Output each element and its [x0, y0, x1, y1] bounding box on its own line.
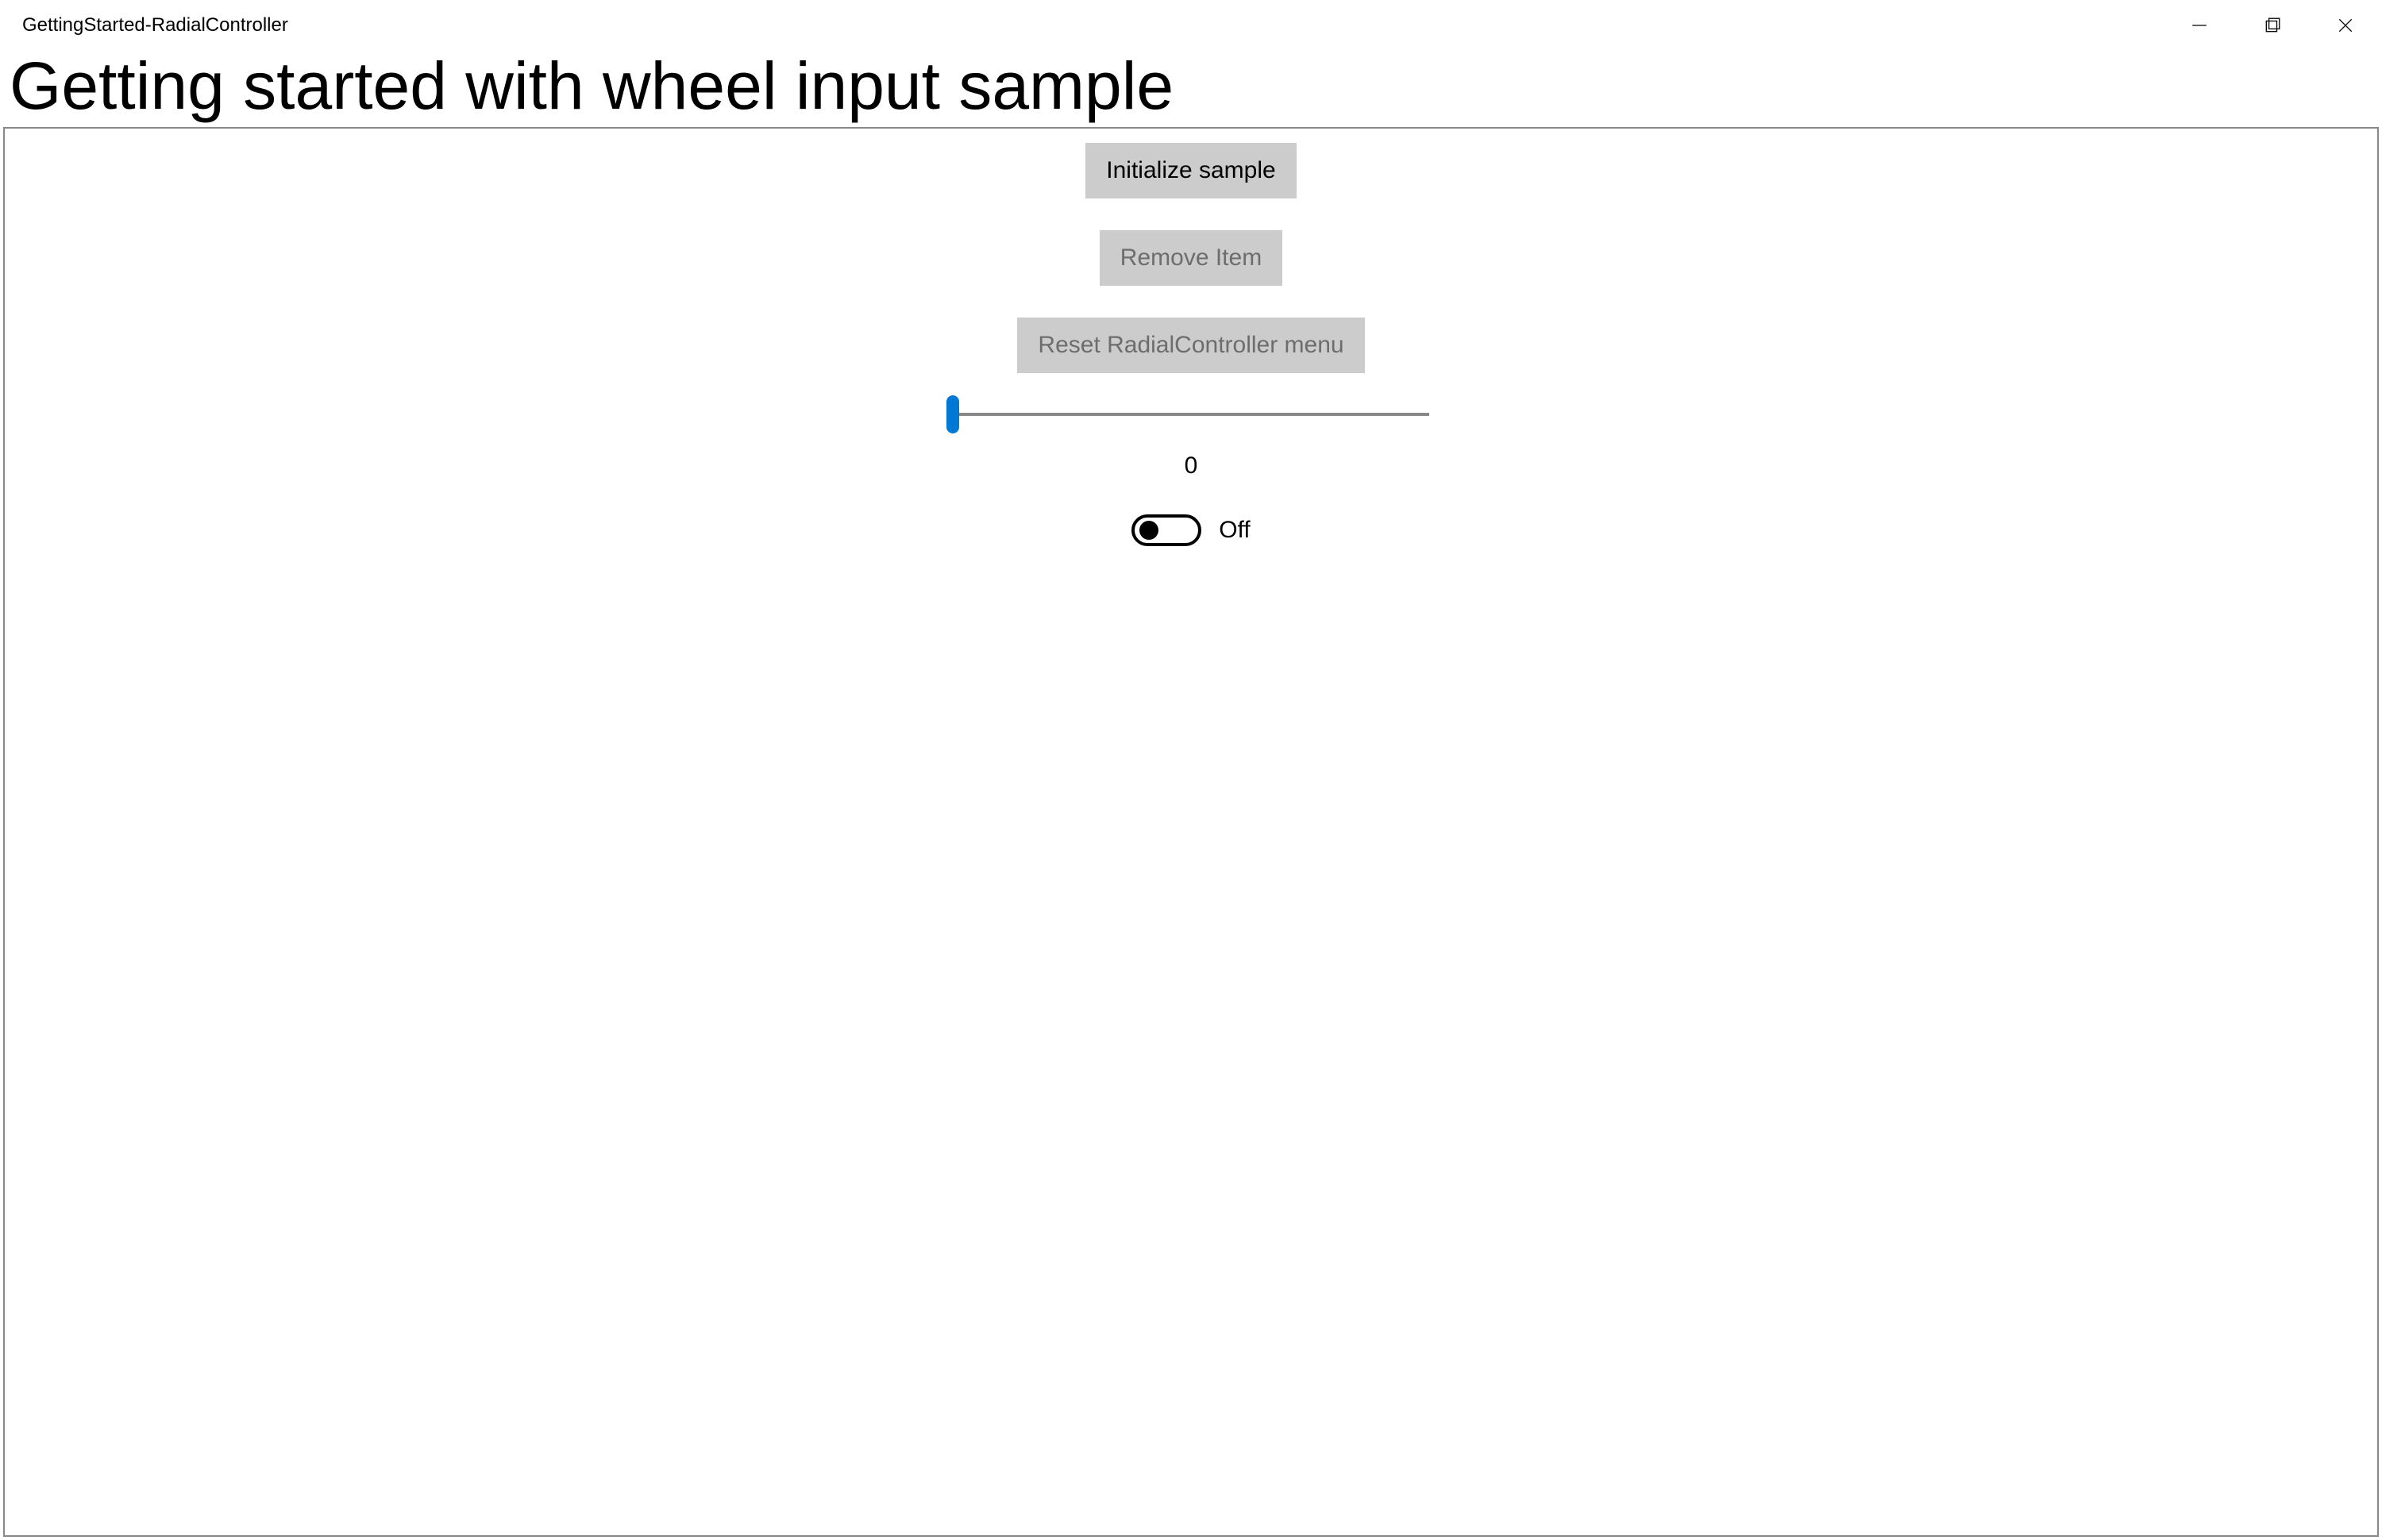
minimize-button[interactable] — [2163, 0, 2236, 51]
slider-track — [953, 413, 1429, 416]
titlebar: GettingStarted-RadialController — [0, 0, 2382, 51]
reset-radialcontroller-button[interactable]: Reset RadialController menu — [1017, 318, 1364, 373]
maximize-icon — [2264, 17, 2281, 34]
slider-value-label: 0 — [1185, 452, 1198, 479]
window-controls — [2163, 0, 2382, 51]
window-title: GettingStarted-RadialController — [22, 14, 288, 37]
close-icon — [2337, 17, 2354, 34]
close-button[interactable] — [2309, 0, 2382, 51]
content-frame: Initialize sample Remove Item Reset Radi… — [3, 127, 2379, 1537]
toggle-label: Off — [1219, 517, 1250, 544]
toggle-row: Off — [1131, 514, 1250, 546]
value-slider[interactable] — [953, 402, 1429, 427]
toggle-switch[interactable] — [1131, 514, 1201, 546]
toggle-knob — [1139, 521, 1158, 540]
remove-item-button[interactable]: Remove Item — [1100, 230, 1282, 286]
initialize-sample-button[interactable]: Initialize sample — [1085, 143, 1296, 198]
minimize-icon — [2191, 17, 2208, 34]
slider-thumb[interactable] — [946, 395, 959, 433]
maximize-button[interactable] — [2236, 0, 2309, 51]
page-title: Getting started with wheel input sample — [0, 51, 2382, 127]
